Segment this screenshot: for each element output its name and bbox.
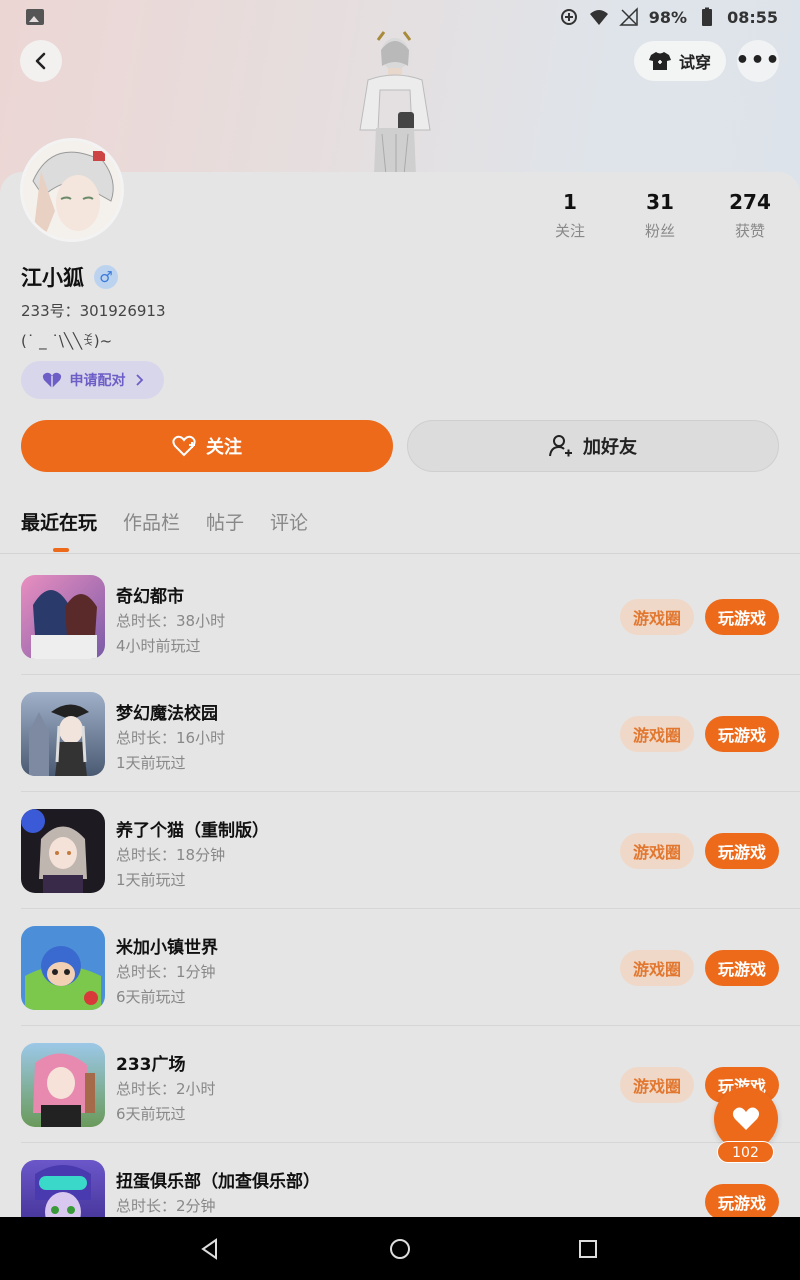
request-pairing-button[interactable]: 申请配对 [21,361,164,399]
nav-back-icon[interactable] [198,1237,222,1261]
game-icon [21,809,105,893]
more-options-button[interactable]: ••• [735,40,781,82]
list-item[interactable]: 米加小镇世界 总时长：1分钟 6天前玩过 游戏圈 玩游戏 [21,909,800,1026]
add-friend-button[interactable]: 加好友 [407,420,779,472]
game-title: 梦幻魔法校园 [116,704,218,724]
tab-works[interactable]: 作品栏 [123,508,180,535]
nav-home-icon[interactable] [388,1237,412,1261]
play-game-button[interactable]: 玩游戏 [705,599,779,635]
game-duration: 总时长：2小时 [116,1080,216,1098]
user-signature: (˙ _ ˙\╲╲ꉂ)~ [21,332,113,350]
stat-number: 1 [563,190,577,214]
male-gender-icon: ♂ [94,265,118,289]
stat-following[interactable]: 1 关注 [530,190,610,241]
nav-recents-icon[interactable] [576,1237,600,1261]
game-circle-button[interactable]: 游戏圈 [620,950,694,986]
game-last-played: 4小时前玩过 [116,637,201,655]
game-title: 养了个猫（重制版） [116,821,269,841]
tab-comments[interactable]: 评论 [270,508,308,535]
game-duration: 总时长：16小时 [116,729,226,747]
pair-label: 申请配对 [69,373,126,389]
list-item[interactable]: 养了个猫（重制版） 总时长：18分钟 1天前玩过 游戏圈 玩游戏 [21,792,800,909]
game-last-played: 1天前玩过 [116,754,186,772]
stat-label: 获赞 [734,222,765,240]
stat-number: 274 [729,190,771,214]
game-icon [21,926,105,1010]
stat-likes[interactable]: 274 获赞 [710,190,790,241]
avatar-3d-character[interactable] [350,30,440,176]
battery-percent: 98% [648,7,688,27]
play-game-button[interactable]: 玩游戏 [705,716,779,752]
game-circle-button[interactable]: 游戏圈 [620,716,694,752]
list-item[interactable]: 233广场 总时长：2小时 6天前玩过 游戏圈 玩游戏 [21,1026,800,1143]
game-duration: 总时长：38小时 [116,612,226,630]
system-navigation-bar [0,1217,800,1280]
user-id[interactable]: 233号：301926913 [21,300,166,321]
heart-plus-icon [172,435,196,457]
status-bar: 98% 08:55 [0,0,800,34]
stat-label: 粉丝 [644,222,675,240]
game-duration: 总时长：18分钟 [116,846,226,864]
user-avatar[interactable] [20,138,124,242]
tab-posts[interactable]: 帖子 [206,508,244,535]
add-friend-label: 加好友 [583,437,637,458]
user-name-row: 江小狐 ♂ [21,262,118,292]
game-last-played: 6天前玩过 [116,988,186,1006]
game-last-played: 6天前玩过 [116,1105,186,1123]
game-title: 奇幻都市 [116,587,184,607]
game-duration: 总时长：2分钟 [116,1197,216,1215]
follow-button[interactable]: 关注 [21,420,393,472]
play-game-button[interactable]: 玩游戏 [705,950,779,986]
stat-followers[interactable]: 31 粉丝 [620,190,700,241]
tab-recently-played[interactable]: 最近在玩 [21,508,97,552]
game-icon [21,692,105,776]
game-circle-button[interactable]: 游戏圈 [620,1067,694,1103]
play-game-button[interactable]: 玩游戏 [705,1184,779,1220]
try-on-label: 试穿 [678,53,711,72]
more-dots-icon: ••• [735,48,781,73]
game-title: 扭蛋俱乐部（加查俱乐部） [116,1172,320,1192]
wifi-icon [589,7,609,27]
game-duration: 总时长：1分钟 [116,963,216,981]
heart-pair-icon [42,372,61,388]
add-user-icon [549,435,572,457]
back-arrow-icon [35,52,46,70]
stat-number: 31 [646,190,674,214]
back-button[interactable] [20,40,62,82]
battery-icon [697,7,717,27]
list-item[interactable]: 奇幻都市 总时长：38小时 4小时前玩过 游戏圈 玩游戏 [21,558,800,675]
clock: 08:55 [727,7,778,27]
game-last-played: 1天前玩过 [116,871,186,889]
follow-label: 关注 [206,437,242,458]
stat-label: 关注 [554,222,585,240]
game-icon [21,575,105,659]
game-title: 米加小镇世界 [116,938,218,958]
heart-icon [732,1107,760,1130]
chevron-right-icon [135,374,143,386]
shirt-icon [648,52,671,70]
list-item[interactable]: 梦幻魔法校园 总时长：16小时 1天前玩过 游戏圈 玩游戏 [21,675,800,792]
game-circle-button[interactable]: 游戏圈 [620,833,694,869]
like-count-badge: 102 [717,1141,774,1163]
game-title: 233广场 [116,1055,186,1075]
tabs-divider [0,553,800,554]
game-circle-button[interactable]: 游戏圈 [620,599,694,635]
gallery-icon [26,9,44,25]
recent-games-list: 奇幻都市 总时长：38小时 4小时前玩过 游戏圈 玩游戏 梦幻魔法校园 总时长：… [0,558,800,1260]
data-saver-icon [559,7,579,27]
user-name: 江小狐 [21,266,84,290]
try-on-button[interactable]: 试穿 [634,41,726,81]
game-icon [21,1043,105,1127]
profile-tabs: 最近在玩 作品栏 帖子 评论 [21,508,308,552]
no-signal-icon [618,7,639,27]
play-game-button[interactable]: 玩游戏 [705,833,779,869]
